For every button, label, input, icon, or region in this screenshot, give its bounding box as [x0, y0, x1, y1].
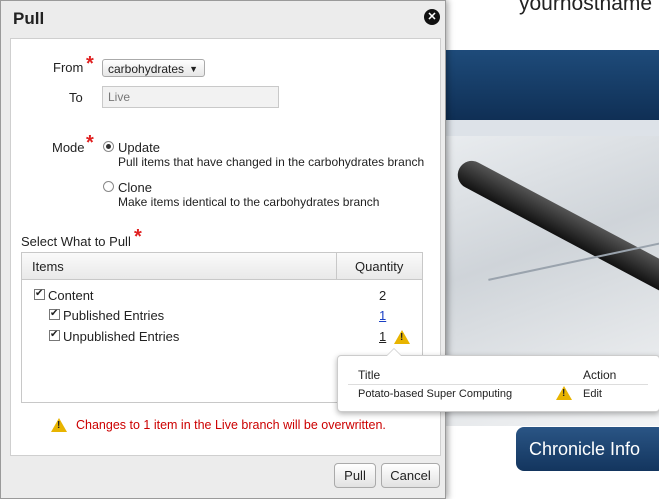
- content-quantity: 2: [379, 288, 387, 303]
- hostname-text: yourhostname: [519, 0, 653, 15]
- mode-update-radio[interactable]: [103, 141, 114, 152]
- from-branch-value: carbohydrates: [108, 62, 185, 76]
- dialog-title: Pull: [13, 9, 45, 28]
- nav-strip: [446, 120, 659, 136]
- column-divider: [336, 253, 337, 279]
- published-entries-label: Published Entries: [63, 308, 165, 323]
- from-label: From: [53, 60, 84, 75]
- cancel-button[interactable]: Cancel: [381, 463, 440, 488]
- popup-action-header: Action: [583, 368, 617, 382]
- content-label: Content: [48, 288, 94, 303]
- mode-clone-description: Make items identical to the carbohydrate…: [118, 195, 380, 209]
- mode-clone-label[interactable]: Clone: [118, 180, 152, 195]
- required-mark: *: [134, 226, 142, 248]
- quantity-column-header: Quantity: [355, 259, 404, 274]
- mode-update-label[interactable]: Update: [118, 140, 160, 155]
- pen-graphic: [452, 156, 659, 303]
- header-band: [446, 50, 659, 120]
- warning-icon: !: [51, 418, 67, 432]
- unpublished-entries-label: Unpublished Entries: [63, 329, 180, 344]
- close-icon[interactable]: ✕: [424, 9, 440, 25]
- to-label: To: [69, 90, 83, 105]
- published-entries-checkbox[interactable]: [49, 309, 60, 320]
- popup-arrow: [386, 348, 402, 356]
- warning-icon: !: [394, 330, 410, 344]
- required-mark: *: [86, 53, 94, 75]
- unpublished-items-popup: Title Action Potato-based Super Computin…: [337, 348, 659, 412]
- popup-separator: [348, 384, 648, 385]
- chronicle-info-button[interactable]: Chronicle Info: [516, 427, 659, 471]
- popup-item-title: Potato-based Super Computing: [358, 388, 513, 400]
- pull-dialog: Pull ✕ From * carbohydrates ▼ To Live Mo…: [0, 0, 446, 499]
- mode-update-description: Pull items that have changed in the carb…: [118, 155, 425, 169]
- overwrite-warning-message: Changes to 1 item in the Live branch wil…: [76, 418, 386, 432]
- content-checkbox[interactable]: [34, 289, 45, 300]
- to-branch-field: Live: [102, 86, 279, 108]
- published-entries-quantity-link[interactable]: 1: [379, 308, 386, 323]
- required-mark: *: [86, 132, 94, 154]
- from-branch-select[interactable]: carbohydrates ▼: [102, 59, 205, 77]
- popup-title-header: Title: [358, 368, 381, 382]
- select-what-label: Select What to Pull: [21, 234, 131, 249]
- pull-button[interactable]: Pull: [334, 463, 376, 488]
- unpublished-entries-checkbox[interactable]: [49, 330, 60, 341]
- items-column-header: Items: [32, 259, 64, 274]
- mode-clone-radio[interactable]: [103, 181, 114, 192]
- warning-icon: !: [556, 386, 572, 400]
- unpublished-entries-quantity-link[interactable]: 1: [379, 329, 386, 344]
- dropdown-arrow-icon: ▼: [189, 64, 198, 74]
- mode-label: Mode: [52, 140, 85, 155]
- popup-edit-action[interactable]: Edit: [583, 388, 602, 400]
- grid-header: Items Quantity: [22, 253, 422, 280]
